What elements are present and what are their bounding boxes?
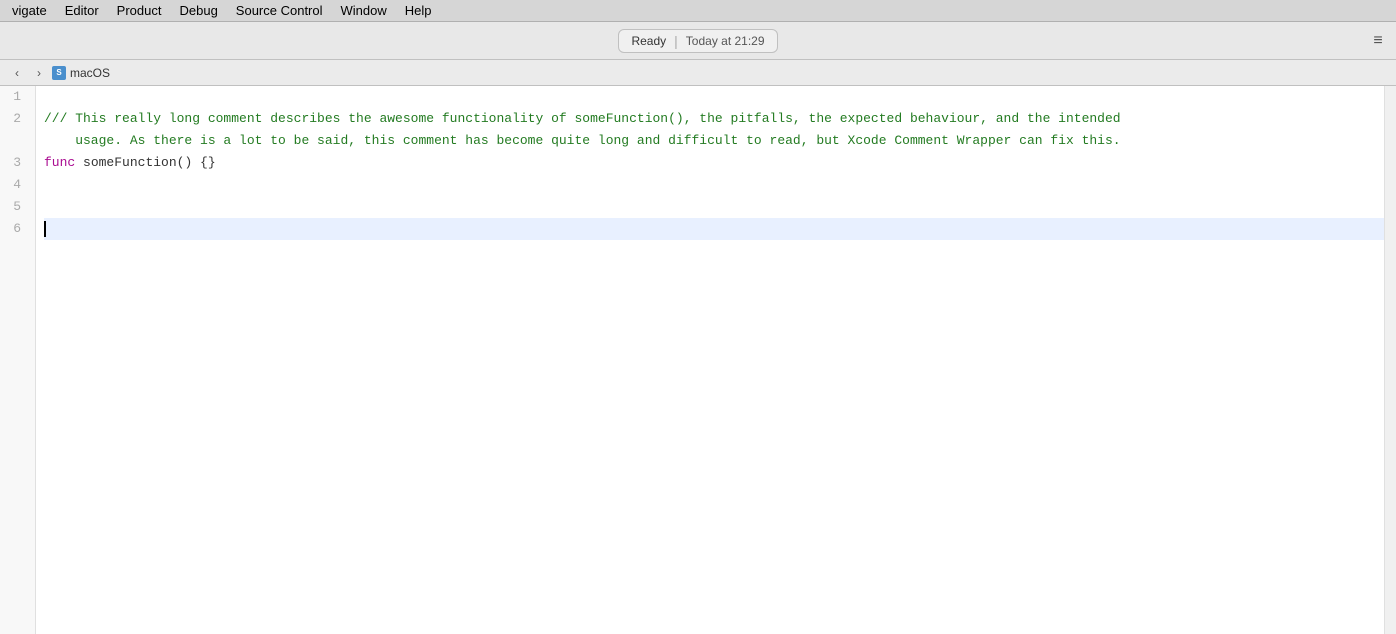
file-icon: S — [52, 66, 66, 80]
breadcrumb-file[interactable]: S macOS — [52, 66, 110, 80]
line-num-6: 6 — [0, 218, 29, 240]
code-line-4 — [44, 174, 1384, 196]
breadcrumb-file-name: macOS — [70, 66, 110, 80]
line-num-3: 3 — [0, 152, 29, 174]
line-num-2cont — [0, 130, 29, 152]
status-ready-label: Ready — [631, 34, 666, 48]
toolbar: Ready | Today at 21:29 ≡ — [0, 22, 1396, 60]
editor-container[interactable]: 1 2 3 4 5 6 /// This really long comment… — [0, 86, 1396, 634]
line-num-4: 4 — [0, 174, 29, 196]
toolbar-right: ≡ — [1364, 22, 1392, 59]
code-line-5 — [44, 196, 1384, 218]
code-line-1 — [44, 86, 1384, 108]
menu-item-navigate[interactable]: vigate — [4, 1, 55, 20]
line-num-2: 2 — [0, 108, 29, 130]
menu-bar: vigate Editor Product Debug Source Contr… — [0, 0, 1396, 22]
code-line-1-content — [44, 86, 52, 108]
nav-back-button[interactable]: ‹ — [8, 64, 26, 82]
menu-item-source-control[interactable]: Source Control — [228, 1, 331, 20]
code-line-3: func someFunction() {} — [44, 152, 1384, 174]
code-line-6[interactable] — [44, 218, 1384, 240]
toolbar-separator: | — [674, 33, 678, 49]
code-line-2-cont-content: usage. As there is a lot to be said, thi… — [44, 130, 1121, 152]
code-line-5-content — [44, 196, 52, 218]
menu-item-debug[interactable]: Debug — [171, 1, 225, 20]
code-editor[interactable]: /// This really long comment describes t… — [36, 86, 1384, 634]
text-cursor — [44, 221, 46, 237]
menu-item-product[interactable]: Product — [109, 1, 170, 20]
line-num-1: 1 — [0, 86, 29, 108]
code-function-name: someFunction() {} — [83, 152, 216, 174]
scrollbar[interactable] — [1384, 86, 1396, 634]
line-num-5: 5 — [0, 196, 29, 218]
code-space-1 — [75, 152, 83, 174]
code-line-2-cont: usage. As there is a lot to be said, thi… — [44, 130, 1384, 152]
toolbar-status: Ready | Today at 21:29 — [618, 29, 777, 53]
menu-item-editor[interactable]: Editor — [57, 1, 107, 20]
toolbar-expand-button[interactable]: ≡ — [1364, 27, 1392, 55]
line-numbers: 1 2 3 4 5 6 — [0, 86, 36, 634]
code-line-2: /// This really long comment describes t… — [44, 108, 1384, 130]
menu-item-window[interactable]: Window — [333, 1, 395, 20]
menu-item-help[interactable]: Help — [397, 1, 440, 20]
code-line-2-content: /// This really long comment describes t… — [44, 108, 1121, 130]
code-keyword-func: func — [44, 152, 75, 174]
code-line-4-content — [44, 174, 52, 196]
nav-forward-button[interactable]: › — [30, 64, 48, 82]
breadcrumb-bar: ‹ › S macOS — [0, 60, 1396, 86]
toolbar-timestamp: Today at 21:29 — [686, 34, 765, 48]
